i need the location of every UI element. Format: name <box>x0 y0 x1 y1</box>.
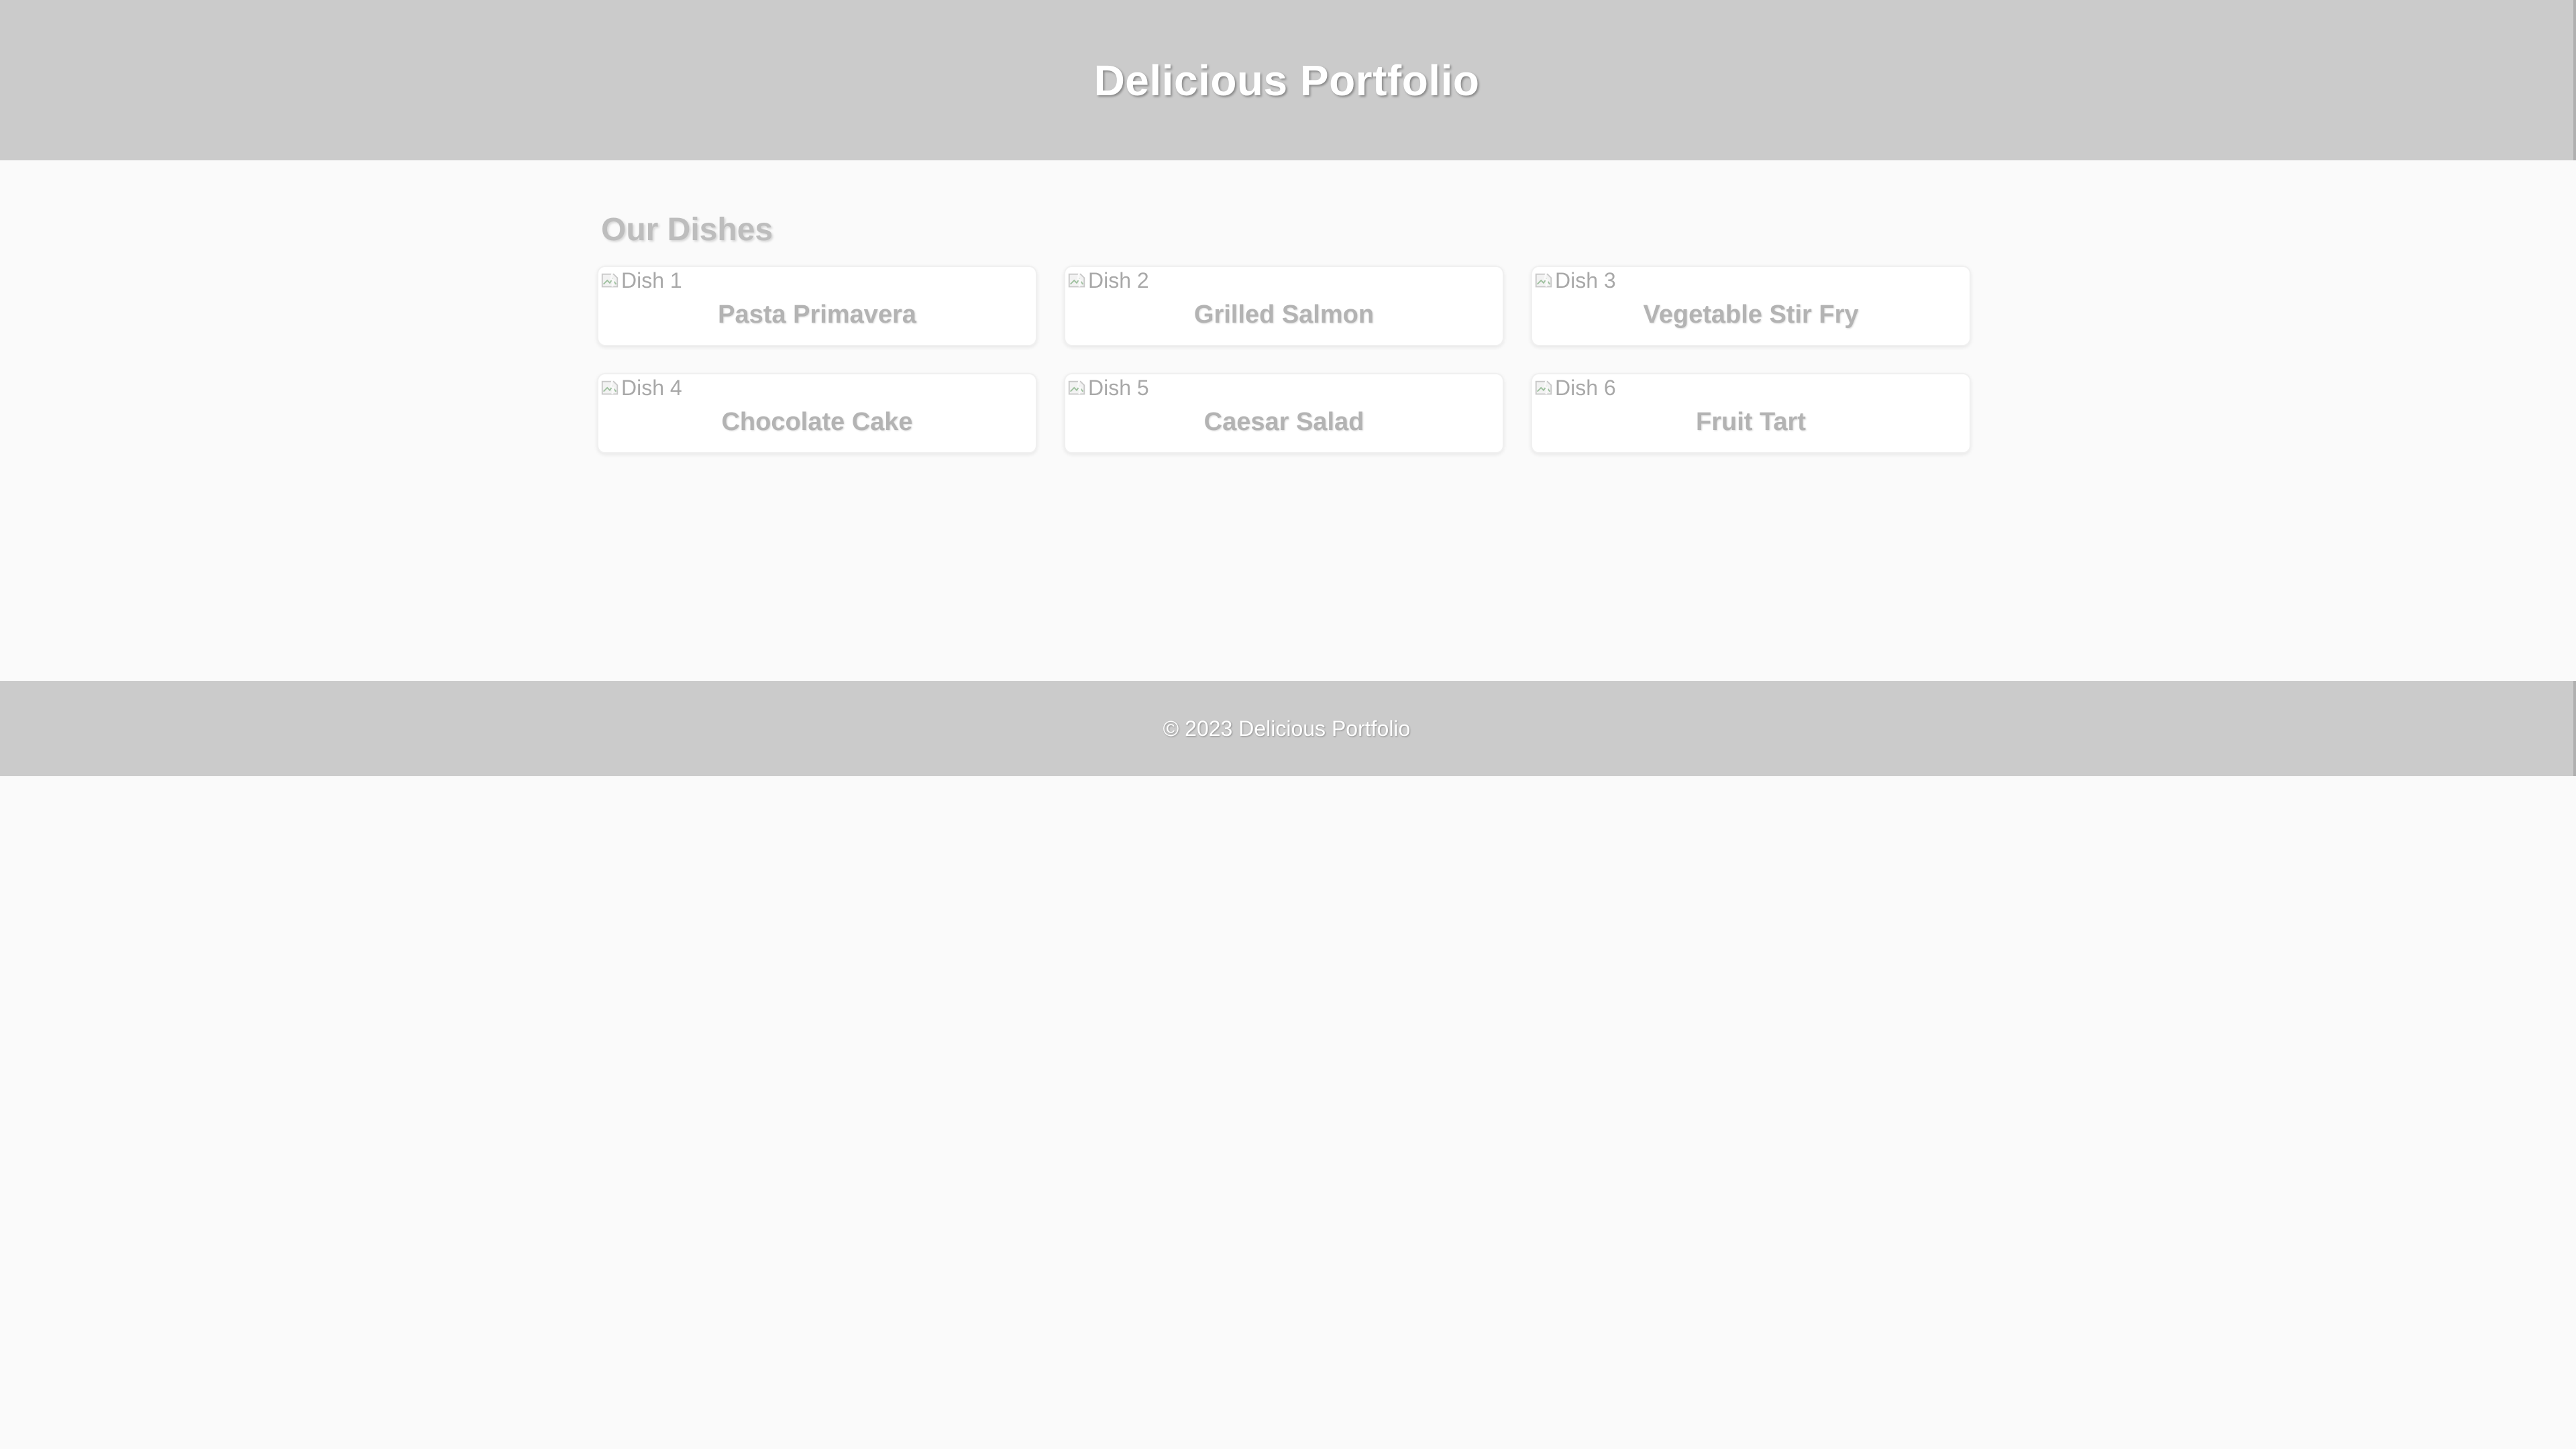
dish-image-alt: Dish 1 <box>621 268 682 292</box>
dish-image-alt: Dish 5 <box>1088 375 1149 400</box>
dish-card[interactable]: Dish 4 Chocolate Cake <box>597 373 1037 453</box>
dish-name: Fruit Tart <box>1696 408 1806 436</box>
site-footer: © 2023 Delicious Portfolio <box>0 681 2576 776</box>
dish-image: Dish 5 <box>1065 374 1503 401</box>
dish-card[interactable]: Dish 2 Grilled Salmon <box>1064 266 1504 346</box>
dish-image: Dish 2 <box>1065 267 1503 294</box>
broken-image-icon <box>1067 270 1087 290</box>
dish-image-alt: Dish 6 <box>1555 375 1616 400</box>
copyright-text: © 2023 Delicious Portfolio <box>1163 716 1411 741</box>
dish-card[interactable]: Dish 3 Vegetable Stir Fry <box>1531 266 1971 346</box>
dish-name: Pasta Primavera <box>718 301 916 329</box>
dish-grid: Dish 1 Pasta Primavera Dish 2 Grilled Sa… <box>597 266 1979 453</box>
dish-name: Vegetable Stir Fry <box>1643 301 1859 329</box>
dish-name: Caesar Salad <box>1203 408 1364 436</box>
dish-image-alt: Dish 2 <box>1088 268 1149 292</box>
dish-image: Dish 3 <box>1532 267 1970 294</box>
dish-image: Dish 6 <box>1532 374 1970 401</box>
broken-image-icon <box>600 270 620 290</box>
section-title: Our Dishes <box>601 212 773 248</box>
dish-card[interactable]: Dish 5 Caesar Salad <box>1064 373 1504 453</box>
main-content: Our Dishes Dish 1 Pasta Primavera Dish 2… <box>597 160 1979 520</box>
broken-image-icon <box>1067 378 1087 398</box>
site-title: Delicious Portfolio <box>1093 56 1480 105</box>
site-header: Delicious Portfolio <box>0 0 2576 160</box>
dish-image: Dish 1 <box>598 267 1036 294</box>
broken-image-icon <box>1534 378 1554 398</box>
dish-name: Grilled Salmon <box>1193 301 1375 329</box>
dish-card[interactable]: Dish 6 Fruit Tart <box>1531 373 1971 453</box>
dish-image-alt: Dish 3 <box>1555 268 1616 292</box>
broken-image-icon <box>600 378 620 398</box>
dish-image: Dish 4 <box>598 374 1036 401</box>
dish-image-alt: Dish 4 <box>621 375 682 400</box>
dish-card[interactable]: Dish 1 Pasta Primavera <box>597 266 1037 346</box>
dish-name: Chocolate Cake <box>721 408 913 436</box>
broken-image-icon <box>1534 270 1554 290</box>
